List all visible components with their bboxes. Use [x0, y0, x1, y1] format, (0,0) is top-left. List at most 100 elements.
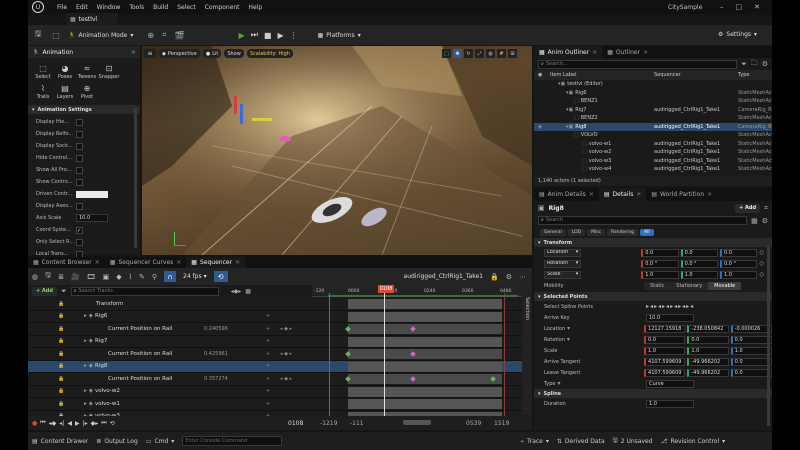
outliner-row[interactable]: ◉ ▾▣ Rig8 audirigged_CtrlRig1_Take1 CameraRi… — [534, 122, 772, 131]
sequencer-track[interactable]: 🔒 Current Position on Rail 0.357274 + ◂ ◆ ▸ — [28, 373, 522, 386]
stop-button[interactable]: ■ — [264, 31, 272, 40]
settings-gear-icon[interactable]: ⚙ — [762, 60, 768, 68]
menu-component[interactable]: Component — [205, 4, 240, 11]
property-value-input[interactable]: 1.0 — [644, 346, 686, 355]
setting-checkbox[interactable] — [76, 166, 83, 174]
track-lane[interactable] — [312, 373, 522, 385]
scale-tool-icon[interactable]: ⤢ — [475, 49, 484, 58]
outliner-row[interactable]: ⬚ BENZ2 StaticMeshAct — [534, 114, 772, 123]
setting-checkbox[interactable] — [76, 202, 83, 210]
world-space-icon[interactable]: ◍ — [486, 49, 495, 58]
tab-anim-details[interactable]: ▤ Anim Details ✕ — [534, 188, 599, 201]
revision-control-button[interactable]: ⎇ Revision Control ▾ — [661, 438, 726, 445]
curve-icon[interactable]: ⌇ — [129, 273, 132, 281]
setting-checkbox[interactable] — [76, 238, 83, 246]
menu-build[interactable]: Build — [153, 4, 168, 11]
list-icon[interactable]: ≣ — [58, 273, 64, 281]
menu-tools[interactable]: Tools — [129, 4, 144, 11]
close-tab-icon[interactable]: ✕ — [707, 191, 712, 198]
settings-gear-icon[interactable]: ⚙ — [762, 217, 768, 225]
keyframe-nav-icon[interactable]: ◂ ◆ ▸ — [280, 376, 292, 382]
add-key-icon[interactable]: + — [266, 326, 270, 332]
record-button[interactable]: ● — [32, 420, 37, 427]
pin-icon[interactable]: ⚲ — [152, 273, 157, 281]
add-key-icon[interactable]: + — [266, 351, 270, 357]
property-value-input[interactable]: 0.0 — [680, 248, 718, 257]
property-value-input[interactable]: 0.0 — [730, 368, 772, 377]
property-value-input[interactable]: 1.0 — [687, 346, 729, 355]
property-value-input[interactable]: 0.0 — [730, 357, 772, 366]
step-back-icon[interactable]: ◂| — [59, 420, 64, 427]
range-end[interactable]: 0539 — [466, 420, 481, 427]
expand-arrow-icon[interactable]: ▸ — [84, 363, 87, 369]
viewport-menu-icon[interactable]: ≡ — [144, 49, 156, 58]
mode-dropdown[interactable]: 🏃 Animation Mode ▾ — [68, 32, 133, 39]
trace-button[interactable]: ⌁ Trace ▾ — [520, 438, 549, 445]
snap-magnet-icon[interactable]: ∩ — [164, 271, 177, 282]
filter-icon[interactable]: ⏷ — [741, 60, 747, 69]
keyframe-nav-icon[interactable]: ◂◆▸ — [231, 288, 242, 295]
track-lane[interactable] — [312, 323, 522, 335]
outliner-search-input[interactable]: ⌕ Search... — [538, 59, 738, 69]
selected-points-header[interactable]: ▾ Selected Points — [534, 292, 772, 301]
sequencer-track[interactable]: 🔒 ▸ ◈ volvo-w2 + — [28, 385, 522, 398]
property-value-input[interactable]: 0.0 — [730, 335, 772, 344]
axis-scale-input[interactable]: 10.0 — [76, 214, 108, 222]
level-viewport[interactable]: ≡ ◆ Perspective ● Lit Show Scalability: Hi… — [142, 46, 532, 255]
property-value-input[interactable]: 1.0 — [720, 270, 758, 279]
menu-edit[interactable]: Edit — [76, 4, 88, 11]
property-dropdown[interactable]: Location ▾ — [544, 248, 582, 257]
play-button[interactable]: ▶ — [75, 420, 80, 427]
property-value-input[interactable]: 0.0 ° — [680, 259, 718, 268]
sequencer-track[interactable]: 🔒 ▸ ◈ Rig6 + — [28, 310, 522, 323]
rotate-tool-icon[interactable]: ↻ — [464, 49, 473, 58]
play-button[interactable]: ▶ — [239, 31, 245, 40]
filter-icon[interactable]: ⏷ — [61, 287, 67, 296]
menu-help[interactable]: Help — [249, 4, 263, 11]
close-tab-icon[interactable]: ✕ — [95, 259, 100, 266]
anim-tool-layers[interactable]: ▤ Layers — [54, 84, 76, 100]
property-value-input[interactable]: 4107.599609 — [644, 357, 686, 366]
track-lane[interactable] — [312, 348, 522, 360]
add-key-icon[interactable]: + — [266, 376, 270, 382]
key-icon[interactable]: ◆ — [116, 273, 121, 281]
property-dropdown[interactable]: Rotation ▾ — [544, 259, 582, 268]
property-value-input[interactable]: 0.0 — [641, 248, 679, 257]
tab-sequencer-curves[interactable]: ▦ Sequencer Curves ✕ — [105, 257, 187, 268]
add-track-icon[interactable]: + — [266, 401, 270, 407]
lock-icon[interactable]: 🔒 — [490, 273, 499, 281]
reset-arrow-icon[interactable]: ◇ — [759, 260, 764, 267]
close-tab-icon[interactable]: ✕ — [636, 191, 641, 198]
next-frame-icon[interactable]: ⏭ — [251, 30, 258, 40]
lock-icon[interactable]: 🔒 — [58, 351, 64, 357]
fps-dropdown[interactable]: 24 fps ▾ — [183, 273, 207, 280]
options-icon[interactable]: ⋮ — [290, 31, 298, 40]
property-value-input[interactable]: 0.0 — [687, 335, 729, 344]
unreal-logo-icon[interactable]: U — [32, 1, 44, 13]
blueprint-icon[interactable]: ⌗ — [764, 204, 768, 213]
filter-misc[interactable]: Misc — [587, 228, 606, 236]
property-value-input[interactable]: -49.966202 — [687, 368, 729, 377]
anim-tool-trails[interactable]: ⌇ Trails — [32, 84, 54, 100]
selection-sidebar[interactable]: Selection — [522, 285, 532, 415]
transform-section-header[interactable]: ▾ Transform — [534, 238, 772, 247]
property-dropdown[interactable]: Type ▾ — [544, 380, 644, 387]
tab-outliner[interactable]: ▦ Outliner ✕ — [602, 46, 653, 58]
mobility-stationary[interactable]: Stationary — [670, 281, 709, 290]
jump-start-icon[interactable]: ⏮ — [40, 419, 45, 427]
track-lane[interactable] — [312, 361, 522, 373]
expand-arrow-icon[interactable]: ▸ — [84, 401, 87, 407]
step-forward-icon[interactable]: |▸ — [83, 420, 88, 427]
brush-icon[interactable]: ✎ — [139, 273, 145, 281]
reset-arrow-icon[interactable]: ◇ — [759, 249, 764, 256]
property-value-input[interactable]: 1.0 — [646, 399, 694, 408]
expand-arrow-icon[interactable]: ▸ — [84, 313, 87, 319]
output-log-button[interactable]: ≣ Output Log — [96, 438, 138, 445]
step-icon[interactable]: ▶ — [277, 31, 283, 40]
panel-scrollbar[interactable] — [134, 108, 137, 248]
setting-checkbox[interactable] — [76, 130, 83, 138]
playhead-label[interactable]: 0108 — [378, 285, 394, 293]
menu-window[interactable]: Window — [97, 4, 121, 11]
perspective-button[interactable]: ◆ Perspective — [159, 49, 200, 58]
move-tool-icon[interactable]: ✥ — [453, 49, 462, 58]
